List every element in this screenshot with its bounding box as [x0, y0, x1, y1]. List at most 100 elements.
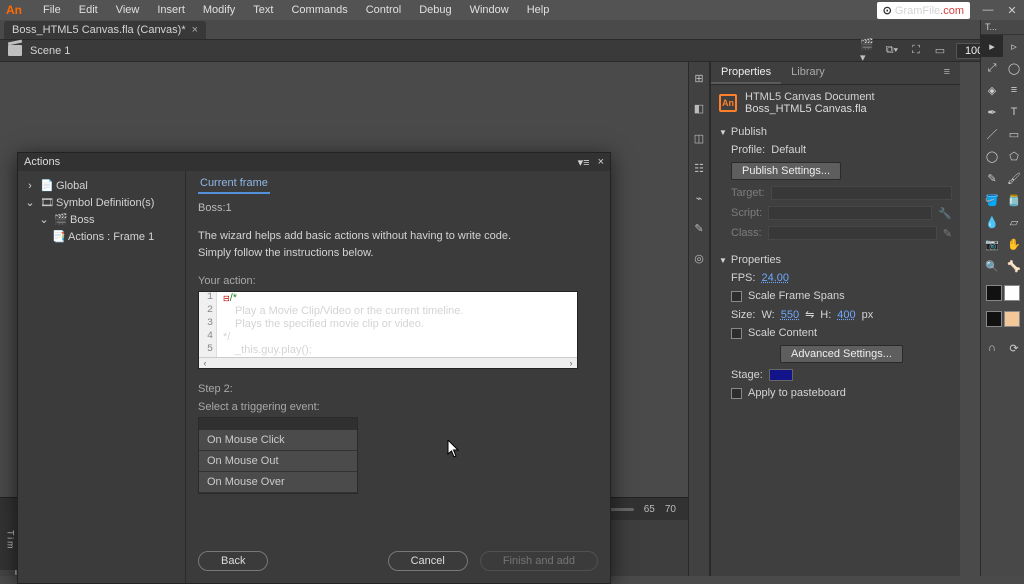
align-panel-icon[interactable]: ⊞ — [691, 70, 707, 86]
swap-colors-icon[interactable] — [986, 311, 1002, 327]
line-tool-icon[interactable]: ／ — [981, 123, 1003, 145]
pencil-tool-icon[interactable]: ✎ — [981, 167, 1003, 189]
edit-scene-icon[interactable]: 🎬▾ — [860, 43, 876, 59]
tree-symbol-defs[interactable]: ⌄🎞Symbol Definition(s) — [24, 194, 179, 211]
menu-window[interactable]: Window — [461, 4, 518, 16]
scene-bar: Scene 1 🎬▾ ⧉▾ ⛶ ▭ 100% ▼ — [0, 40, 1024, 62]
window-minimize-icon[interactable]: — — [976, 4, 1000, 16]
transform-panel-icon[interactable]: ☷ — [691, 160, 707, 176]
window-close-icon[interactable]: ✕ — [1000, 4, 1024, 17]
wizard-frame-ref: Boss:1 — [198, 202, 598, 214]
polystar-tool-icon[interactable]: ⬠ — [1003, 145, 1024, 167]
brush-panel-icon[interactable]: ✎ — [691, 220, 707, 236]
scene-name[interactable]: Scene 1 — [30, 45, 70, 57]
3d-rotate-tool-icon[interactable]: ◈ — [981, 79, 1003, 101]
stage-color-swatch[interactable] — [769, 369, 793, 381]
publish-settings-button[interactable]: Publish Settings... — [731, 162, 841, 180]
width-tool-icon[interactable]: ≡ — [1003, 79, 1024, 101]
document-tab[interactable]: Boss_HTML5 Canvas.fla (Canvas)* × — [4, 21, 206, 39]
code-horizontal-scrollbar[interactable]: ‹› — [199, 357, 577, 368]
link-wh-icon[interactable]: ⇋ — [805, 308, 814, 321]
back-button[interactable]: Back — [198, 551, 268, 571]
zoom-tool-icon[interactable]: 🔍 — [981, 255, 1003, 277]
tab-properties[interactable]: Properties — [711, 62, 781, 84]
document-tab-label: Boss_HTML5 Canvas.fla (Canvas)* — [12, 24, 186, 36]
free-transform-tool-icon[interactable]: ⤢ — [981, 57, 1003, 79]
menu-edit[interactable]: Edit — [70, 4, 107, 16]
panel-menu-icon[interactable]: ▾≡ — [578, 156, 590, 169]
fit-in-window-icon[interactable]: ▭ — [932, 43, 948, 59]
eraser-tool-icon[interactable]: ▱ — [1003, 211, 1024, 233]
tools-label: T... — [981, 20, 1024, 35]
wizard-buttons: Back Cancel Finish and add — [198, 545, 598, 577]
actions-panel: Actions ▾≡ × ›📄Global ⌄🎞Symbol Definitio… — [17, 152, 611, 584]
lasso-tool-icon[interactable]: ◯ — [1003, 57, 1024, 79]
event-mouse-click[interactable]: On Mouse Click — [199, 430, 357, 451]
eyedropper-tool-icon[interactable]: 💧 — [981, 211, 1003, 233]
fps-value[interactable]: 24.00 — [761, 272, 789, 284]
menu-debug[interactable]: Debug — [410, 4, 460, 16]
stroke-color-swatch[interactable] — [986, 285, 1002, 301]
camera-tool-icon[interactable]: 📷 — [981, 233, 1003, 255]
fill-color-swatch[interactable] — [1004, 285, 1020, 301]
panel-close-icon[interactable]: × — [598, 156, 604, 169]
edit-symbol-icon[interactable]: ⧉▾ — [884, 43, 900, 59]
text-tool-icon[interactable]: T — [1003, 101, 1024, 123]
menu-insert[interactable]: Insert — [148, 4, 194, 16]
apply-to-pasteboard-checkbox[interactable] — [731, 388, 742, 399]
event-list[interactable]: On Mouse Click On Mouse Out On Mouse Ove… — [198, 417, 358, 494]
select-event-label: Select a triggering event: — [198, 401, 598, 413]
section-publish[interactable]: ▼Publish — [719, 123, 952, 141]
wizard-tab-current-frame[interactable]: Current frame — [198, 177, 270, 194]
ink-bottle-tool-icon[interactable]: 🫙 — [1003, 189, 1024, 211]
paint-bucket-tool-icon[interactable]: 🪣 — [981, 189, 1003, 211]
info-panel-icon[interactable]: ⌁ — [691, 190, 707, 206]
selection-tool-icon[interactable]: ▸ — [981, 35, 1003, 57]
chevron-down-icon: ▼ — [719, 256, 727, 265]
event-mouse-over[interactable]: On Mouse Over — [199, 472, 357, 493]
menu-modify[interactable]: Modify — [194, 4, 244, 16]
menu-file[interactable]: File — [34, 4, 70, 16]
menu-control[interactable]: Control — [357, 4, 410, 16]
clip-content-icon[interactable]: ⛶ — [908, 43, 924, 59]
panel-menu-toggle-icon[interactable]: ≡ — [934, 62, 960, 84]
menu-view[interactable]: View — [107, 4, 149, 16]
option-lock-icon[interactable]: ⟳ — [1003, 337, 1024, 359]
default-colors-icon[interactable] — [1004, 311, 1020, 327]
tree-actions-frame1[interactable]: 📑Actions : Frame 1 — [24, 228, 179, 245]
menu-text[interactable]: Text — [244, 4, 282, 16]
advanced-settings-button[interactable]: Advanced Settings... — [780, 345, 903, 363]
section-properties[interactable]: ▼Properties — [719, 251, 952, 269]
stage-width[interactable]: 550 — [781, 309, 799, 321]
rectangle-tool-icon[interactable]: ▭ — [1003, 123, 1024, 145]
brush-tool-icon[interactable]: 🖌 — [1003, 167, 1024, 189]
subselect-tool-icon[interactable]: ▹ — [1003, 35, 1024, 57]
close-tab-icon[interactable]: × — [192, 24, 198, 36]
snap-to-object-icon[interactable]: ∩ — [981, 337, 1003, 359]
menu-commands[interactable]: Commands — [282, 4, 356, 16]
scale-content-checkbox[interactable] — [731, 328, 742, 339]
tree-boss[interactable]: ⌄🎬Boss — [24, 211, 179, 228]
movieclip-icon: 🎬 — [54, 213, 66, 226]
stage-height[interactable]: 400 — [837, 309, 855, 321]
chevron-down-icon: ▼ — [719, 128, 727, 137]
document-type-icon: An — [719, 94, 737, 112]
scene-clapboard-icon[interactable] — [8, 45, 22, 56]
action-code-preview[interactable]: 1⊟/* 2 Play a Movie Clip/Video or the cu… — [198, 291, 578, 369]
tab-library[interactable]: Library — [781, 62, 835, 84]
frame-num-a: 65 — [644, 504, 655, 515]
pen-tool-icon[interactable]: ✒ — [981, 101, 1003, 123]
cancel-button[interactable]: Cancel — [388, 551, 468, 571]
cc-libraries-icon[interactable]: ◎ — [691, 250, 707, 266]
tree-global[interactable]: ›📄Global — [24, 177, 179, 194]
color-panel-icon[interactable]: ◧ — [691, 100, 707, 116]
scale-frame-spans-checkbox[interactable] — [731, 291, 742, 302]
swatches-panel-icon[interactable]: ◫ — [691, 130, 707, 146]
bone-tool-icon[interactable]: 🦴 — [1003, 255, 1024, 277]
wizard-help-text: The wizard helps add basic actions witho… — [198, 228, 598, 261]
hand-tool-icon[interactable]: ✋ — [1003, 233, 1024, 255]
tools-panel: T... ▸ ▹ ⤢ ◯ ◈ ≡ ✒ T ／ ▭ ◯ ⬠ ✎ 🖌 🪣 🫙 💧 ▱… — [980, 20, 1024, 576]
event-mouse-out[interactable]: On Mouse Out — [199, 451, 357, 472]
menu-help[interactable]: Help — [518, 4, 559, 16]
oval-tool-icon[interactable]: ◯ — [981, 145, 1003, 167]
